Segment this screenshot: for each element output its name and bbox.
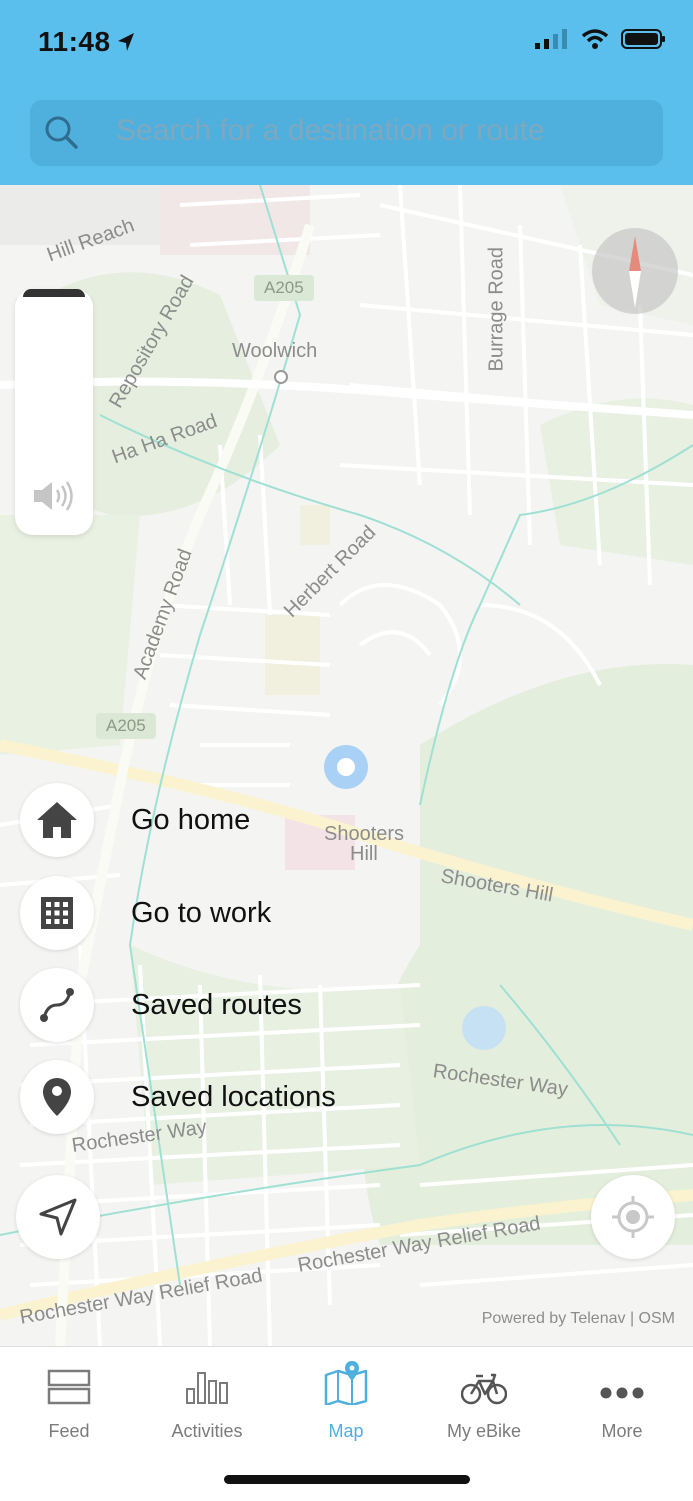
go-home-action[interactable]: Go home (20, 783, 250, 857)
search-bar[interactable]: Search for a destination or route (30, 100, 663, 166)
road-badge: A205 (254, 275, 314, 301)
home-icon (37, 802, 77, 838)
home-indicator[interactable] (224, 1475, 470, 1484)
battery-icon (621, 29, 665, 49)
user-location-marker (324, 745, 368, 789)
top-header: 11:48 Search for a destination or route (0, 0, 693, 185)
feed-icon (47, 1369, 91, 1405)
volume-indicator (15, 289, 93, 535)
route-icon (40, 988, 74, 1022)
tab-label: Activities (171, 1421, 243, 1441)
map-attribution[interactable]: Powered by Telenav | OSM (482, 1310, 675, 1328)
go-to-work-action[interactable]: Go to work (20, 876, 271, 950)
more-icon (600, 1387, 644, 1399)
go-to-work-label: Go to work (131, 896, 272, 929)
map-icon (324, 1361, 368, 1405)
tab-label: Feed (48, 1421, 90, 1441)
go-home-button[interactable] (20, 783, 94, 857)
wifi-icon (581, 29, 609, 49)
map-label: Woolwich (232, 340, 318, 362)
compass-button[interactable] (592, 228, 678, 314)
saved-locations-action[interactable]: Saved locations (20, 1060, 336, 1134)
road-badge: A205 (96, 713, 156, 739)
status-time: 11:48 (38, 26, 111, 57)
crosshair-icon (612, 1196, 654, 1238)
tab-map[interactable]: Map (286, 1361, 406, 1442)
go-home-label: Go home (131, 803, 251, 836)
compass-icon (629, 236, 641, 308)
search-input[interactable]: Search for a destination or route (116, 114, 545, 148)
search-icon (45, 116, 78, 149)
saved-routes-action[interactable]: Saved routes (20, 968, 302, 1042)
building-icon (41, 897, 73, 929)
navigate-button[interactable] (16, 1175, 100, 1259)
status-icons (535, 28, 667, 50)
tab-label: Map (328, 1421, 364, 1441)
tab-more[interactable]: More (562, 1361, 682, 1442)
tab-feed[interactable]: Feed (9, 1361, 129, 1442)
location-arrow-icon (118, 33, 134, 51)
location-pin-icon (43, 1078, 71, 1116)
speaker-icon (34, 481, 73, 511)
map-label: Burrage Road (485, 246, 508, 372)
saved-routes-label: Saved routes (131, 988, 302, 1021)
locate-me-button[interactable] (591, 1175, 675, 1259)
saved-routes-button[interactable] (20, 968, 94, 1042)
signal-icon (535, 29, 567, 49)
tab-my-ebike[interactable]: My eBike (424, 1361, 544, 1442)
map-view[interactable]: Hill Reach Repository Road Woolwich Burr… (0, 185, 693, 1346)
go-to-work-button[interactable] (20, 876, 94, 950)
tab-activities[interactable]: Activities (147, 1361, 267, 1442)
bike-icon (461, 1373, 507, 1405)
saved-locations-button[interactable] (20, 1060, 94, 1134)
volume-level-bar (23, 289, 85, 297)
tab-label: My eBike (446, 1421, 522, 1441)
tab-label: More (601, 1421, 643, 1441)
saved-locations-label: Saved locations (131, 1080, 336, 1113)
map-label: Hill (350, 843, 378, 865)
navigation-arrow-icon (39, 1198, 77, 1236)
activities-icon (186, 1372, 228, 1404)
